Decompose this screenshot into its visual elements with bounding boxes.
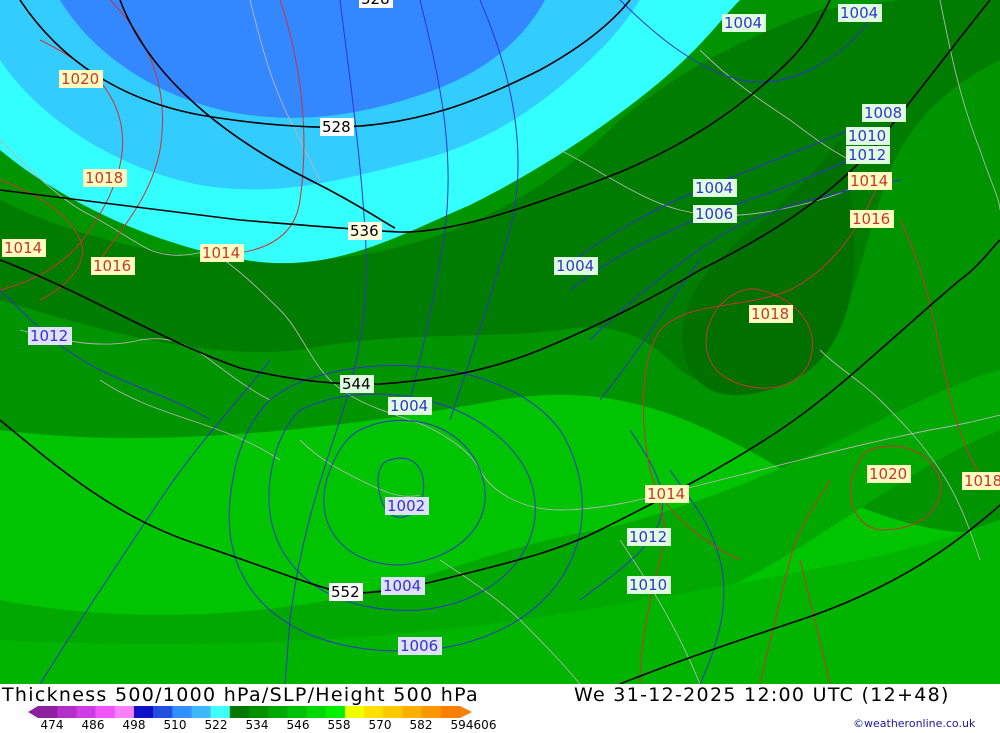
legend-arrow-left [28,706,38,718]
slp-label: 1004 [840,4,878,22]
slp-label: 1016 [93,257,131,275]
legend-tick-label: 498 [122,718,146,732]
valid-time: We 31-12-2025 12:00 UTC (12+48) [574,684,950,706]
slp-label: 1018 [751,305,789,323]
slp-label: 1020 [869,465,907,483]
slp-label: 1004 [724,14,762,32]
legend-swatch [249,706,269,718]
slp-label: 1004 [695,179,733,197]
legend-tick-label: 594 [450,718,474,732]
legend-swatch [402,706,423,718]
credit: ©weatheronline.co.uk [853,717,976,730]
slp-label: 1020 [61,70,99,88]
legend-swatch [76,706,97,718]
legend-swatch [210,706,231,718]
legend-tick-label: 534 [245,718,269,732]
legend-swatch [325,706,346,718]
height-label: 536 [350,222,379,240]
legend-swatch [229,706,250,718]
slp-label: 1014 [202,244,240,262]
weather-map: 528 528 536 544 552 1020 1018 [0,0,1000,684]
legend-tick-label: 546 [286,718,310,732]
slp-label: 1004 [390,397,428,415]
legend-swatch [287,706,308,718]
legend-swatch [153,706,173,718]
map-footer: Thickness 500/1000 hPa/SLP/Height 500 hP… [0,684,1000,733]
slp-label: 1012 [30,327,68,345]
legend-tick-label: 510 [163,718,187,732]
legend-arrow-right [460,706,472,718]
legend-swatch [440,706,461,718]
legend-swatch [344,706,365,718]
slp-label: 1010 [848,127,886,145]
slp-label: 1008 [864,104,902,122]
map-title: Thickness 500/1000 hPa/SLP/Height 500 hP… [2,684,479,706]
legend-tick-label: 522 [204,718,228,732]
legend-swatch [38,706,58,718]
legend-tick-label: 486 [81,718,105,732]
legend-swatch [268,706,288,718]
legend-swatch [57,706,77,718]
legend-swatch [172,706,192,718]
legend-swatch [133,706,154,718]
slp-label: 1006 [695,205,733,223]
height-label: 552 [331,583,360,601]
slp-label: 1014 [850,172,888,190]
legend-swatch [421,706,442,718]
slp-label: 1004 [383,577,421,595]
legend-swatch [114,706,135,718]
slp-label: 1002 [387,497,425,515]
height-label: 528 [322,118,351,136]
legend-swatch [306,706,327,718]
slp-label: 1014 [647,485,685,503]
height-label: 544 [342,375,371,393]
slp-label: 1014 [4,239,42,257]
slp-label: 1012 [848,146,886,164]
legend-tick-label: 606 [473,718,497,732]
slp-label: 1004 [556,257,594,275]
slp-label: 1006 [400,637,438,655]
height-label: 528 [361,0,390,8]
legend-tick-label: 474 [40,718,64,732]
slp-label: 1016 [852,210,890,228]
legend-swatch [364,706,384,718]
legend-tick-label: 570 [368,718,392,732]
legend-swatch [95,706,116,718]
legend-swatch [191,706,212,718]
legend-tick-label: 558 [327,718,351,732]
legend-tick-label: 582 [409,718,433,732]
slp-label: 1012 [629,528,667,546]
slp-label: 1018 [964,472,1000,490]
legend-swatch [383,706,403,718]
slp-label: 1010 [629,576,667,594]
legend-labels: 474 486 498 510 522 534 546 558 570 582 594 606 [0,718,520,732]
slp-label: 1018 [85,169,123,187]
